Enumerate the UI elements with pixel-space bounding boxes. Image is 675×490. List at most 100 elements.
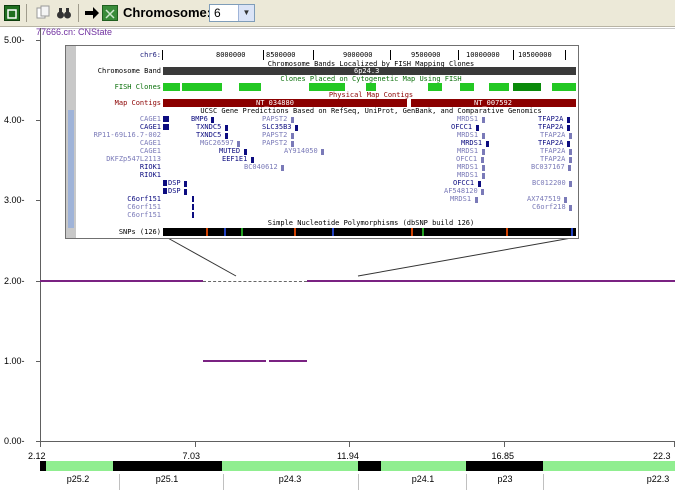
gene-label[interactable]: MRDS1	[461, 139, 482, 147]
gene-glyph[interactable]	[569, 205, 573, 211]
gene-label[interactable]: MGC26597	[200, 139, 234, 147]
gene-glyph[interactable]	[163, 124, 169, 130]
gene-glyph[interactable]	[569, 181, 573, 187]
gene-label[interactable]: TFAP2A	[538, 123, 563, 131]
snps-label: SNPs (126)	[118, 228, 161, 236]
gene-glyph[interactable]	[321, 149, 325, 155]
gene-glyph[interactable]	[566, 117, 570, 123]
gene-label[interactable]: MRDS1	[457, 131, 478, 139]
gene-glyph[interactable]	[474, 197, 478, 203]
gene-glyph[interactable]	[568, 165, 572, 171]
gene-glyph[interactable]	[163, 188, 167, 194]
gene-glyph[interactable]	[163, 180, 167, 186]
gene-glyph[interactable]	[481, 165, 485, 171]
ruler-tick	[263, 50, 264, 60]
gene-glyph[interactable]	[568, 157, 572, 163]
gene-glyph[interactable]	[183, 181, 187, 187]
gene-glyph[interactable]	[480, 157, 484, 163]
gene-label[interactable]: MRDS1	[457, 115, 478, 123]
chromosome-band-label: Chromosome Band	[97, 67, 161, 75]
gene-glyph[interactable]	[566, 141, 570, 147]
gene-glyph[interactable]	[224, 125, 228, 131]
fish-clone[interactable]	[460, 83, 474, 91]
gene-glyph[interactable]	[192, 204, 194, 210]
gene-glyph[interactable]	[481, 117, 485, 123]
gene-label[interactable]: MRDS1	[450, 195, 471, 203]
gene-label[interactable]: PAPST2	[262, 131, 287, 139]
fish-clone[interactable]	[552, 83, 576, 91]
gene-label[interactable]: C6orf218	[532, 203, 566, 211]
map-contigs-label: Map Contigs	[114, 99, 161, 107]
gene-label[interactable]: TFAP2A	[540, 131, 565, 139]
gene-glyph[interactable]	[295, 125, 299, 131]
snp-marker	[294, 228, 296, 236]
gene-label[interactable]: TFAP2A	[540, 155, 565, 163]
gene-label[interactable]: MRDS1	[457, 171, 478, 179]
gene-label[interactable]: MUTED	[219, 147, 240, 155]
snp-marker	[332, 228, 334, 236]
snp-marker	[224, 228, 226, 236]
gene-glyph[interactable]	[568, 149, 572, 155]
fish-clone[interactable]	[163, 83, 180, 91]
gene-label[interactable]: PAPST2	[262, 115, 287, 123]
gene-track-name: CAGE1	[139, 139, 161, 147]
gene-label[interactable]: OFCC1	[456, 155, 477, 163]
gene-label[interactable]: TXNDC5	[196, 131, 221, 139]
ruler-tick	[565, 50, 566, 60]
gene-label[interactable]: BMP6	[191, 115, 208, 123]
ruler-tick	[513, 50, 514, 60]
gene-label[interactable]: DSP	[168, 187, 181, 195]
gene-label[interactable]: AY914050	[284, 147, 318, 155]
gene-label[interactable]: AF548120	[444, 187, 478, 195]
fish-clone[interactable]	[309, 83, 345, 91]
gene-glyph[interactable]	[477, 181, 481, 187]
gene-label[interactable]: BC040612	[244, 163, 278, 171]
gene-label[interactable]: BC037167	[531, 163, 565, 171]
gene-glyph[interactable]	[485, 141, 489, 147]
gene-glyph[interactable]	[481, 189, 485, 195]
gene-track-name: CAGE1	[139, 115, 161, 123]
genome-browser-inset[interactable]: chr6: 8000000 8500000 9000000 9500000 100000…	[65, 45, 579, 239]
fish-clone[interactable]	[239, 83, 261, 91]
fish-clone[interactable]	[428, 83, 442, 91]
gene-track-name: RIOK1	[139, 171, 161, 179]
gene-label[interactable]: OFCC1	[451, 123, 472, 131]
gene-glyph[interactable]	[566, 125, 570, 131]
gene-label[interactable]: DSP	[168, 179, 181, 187]
gene-label[interactable]: MRDS1	[457, 147, 478, 155]
gene-glyph[interactable]	[481, 149, 485, 155]
gene-label[interactable]: TFAP2A	[540, 147, 565, 155]
gene-label[interactable]: TFAP2A	[538, 115, 563, 123]
gene-label[interactable]: EEF1E1	[222, 155, 247, 163]
gene-glyph[interactable]	[163, 116, 169, 122]
gene-label[interactable]: PAPST2	[262, 139, 287, 147]
snp-marker	[422, 228, 424, 236]
gene-track-name: RIOK1	[139, 163, 161, 171]
gene-track-handle[interactable]	[68, 110, 74, 228]
gene-glyph[interactable]	[290, 133, 294, 139]
gene-glyph[interactable]	[192, 196, 194, 202]
gene-glyph[interactable]	[183, 189, 187, 195]
fish-clone[interactable]	[182, 83, 222, 91]
gene-label[interactable]: OFCC1	[453, 179, 474, 187]
contig-2-label: NT_007592	[474, 99, 512, 107]
gene-glyph[interactable]	[481, 173, 485, 179]
gene-label[interactable]: SLC35B3	[262, 123, 292, 131]
fish-title: Clones Placed on Cytogenetic Map Using F…	[280, 75, 462, 83]
gene-label[interactable]: TFAP2A	[538, 139, 563, 147]
ruler-position: 10500000	[518, 51, 552, 59]
gene-label[interactable]: BC012200	[532, 179, 566, 187]
gene-glyph[interactable]	[568, 133, 572, 139]
ruler-position: 8500000	[266, 51, 296, 59]
snp-marker	[241, 228, 243, 236]
gene-glyph[interactable]	[192, 212, 194, 218]
gene-label[interactable]: AX747519	[527, 195, 561, 203]
gene-glyph[interactable]	[281, 165, 285, 171]
gene-track-name: C6orf151	[127, 211, 161, 219]
gene-label[interactable]: TXNDC5	[196, 123, 221, 131]
gene-label[interactable]: MRDS1	[457, 163, 478, 171]
fish-clone[interactable]	[489, 83, 509, 91]
fish-clone[interactable]	[513, 83, 541, 91]
ruler-position: 8000000	[216, 51, 246, 59]
fish-clone[interactable]	[366, 83, 376, 91]
